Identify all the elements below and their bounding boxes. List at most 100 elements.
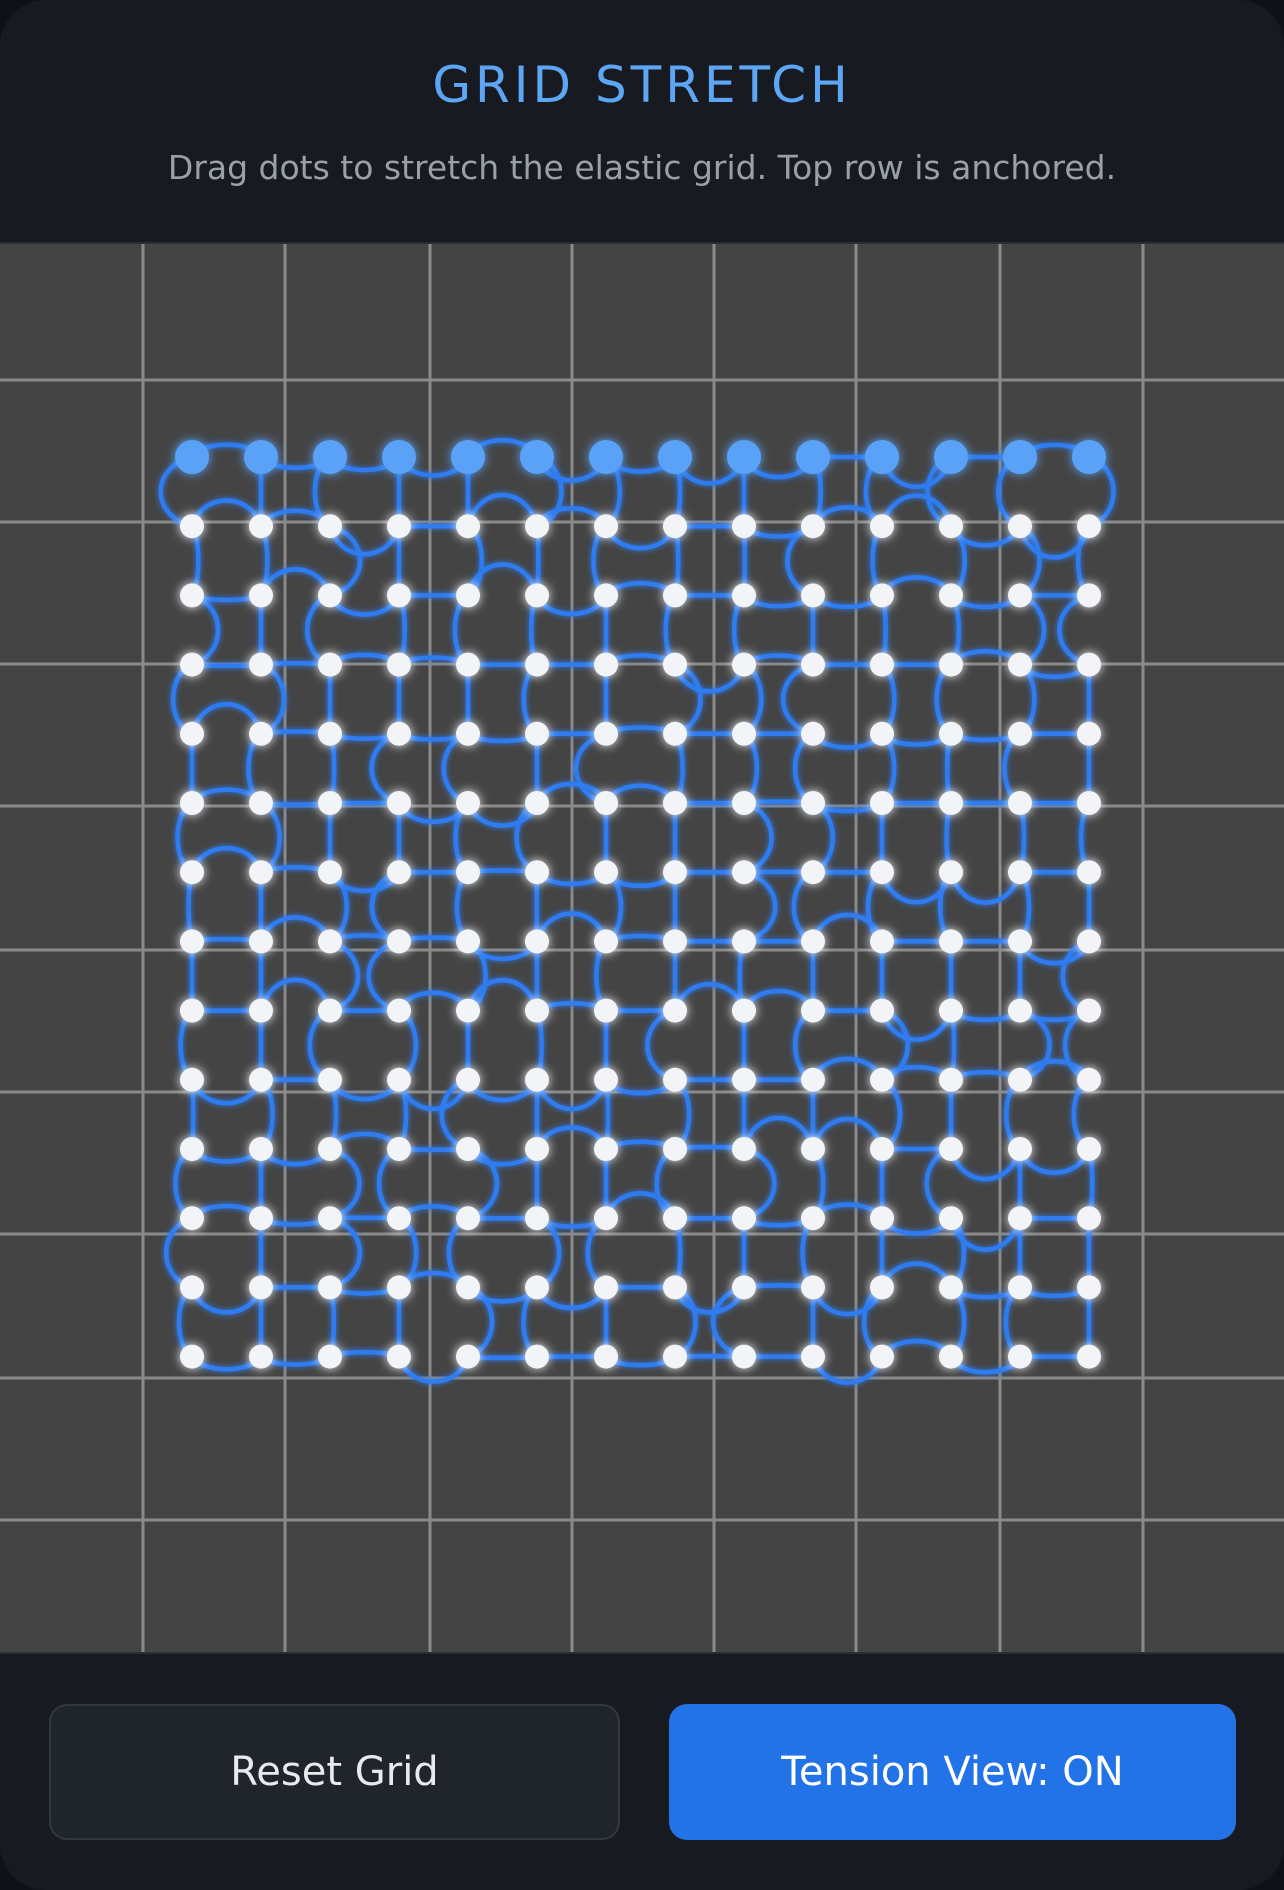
- grid-dot-10-2[interactable]: [318, 1137, 342, 1161]
- grid-dot-11-4[interactable]: [456, 1206, 480, 1231]
- grid-dot-12-3[interactable]: [387, 1275, 411, 1300]
- grid-dot-2-8[interactable]: [732, 583, 756, 608]
- grid-dot-5-10[interactable]: [870, 791, 894, 815]
- grid-dot-13-6[interactable]: [594, 1344, 618, 1369]
- grid-dot-11-0[interactable]: [180, 1206, 204, 1231]
- grid-dot-5-5[interactable]: [525, 791, 549, 815]
- grid-dot-10-3[interactable]: [387, 1137, 411, 1161]
- grid-dot-9-5[interactable]: [525, 1067, 549, 1092]
- grid-dot-11-2[interactable]: [318, 1206, 342, 1231]
- grid-dot-4-11[interactable]: [939, 721, 963, 746]
- grid-dot-11-6[interactable]: [594, 1206, 618, 1231]
- grid-dot-9-6[interactable]: [594, 1067, 618, 1092]
- grid-dot-9-11[interactable]: [939, 1067, 963, 1092]
- grid-dot-8-5[interactable]: [525, 998, 549, 1023]
- grid-dot-4-8[interactable]: [732, 721, 756, 746]
- grid-dot-8-7[interactable]: [663, 998, 687, 1023]
- grid-dot-7-0[interactable]: [180, 929, 204, 954]
- grid-dot-4-0[interactable]: [180, 721, 204, 746]
- grid-dot-5-8[interactable]: [732, 791, 756, 815]
- grid-dot-8-12[interactable]: [1008, 998, 1032, 1023]
- grid-dots[interactable]: [175, 440, 1106, 1369]
- grid-dot-4-10[interactable]: [870, 721, 894, 746]
- grid-dot-10-11[interactable]: [939, 1137, 963, 1161]
- grid-dot-13-11[interactable]: [939, 1344, 963, 1369]
- grid-dot-3-4[interactable]: [456, 652, 480, 677]
- grid-dot-10-4[interactable]: [456, 1137, 480, 1161]
- grid-dot-11-7[interactable]: [663, 1206, 687, 1231]
- grid-dot-9-8[interactable]: [732, 1067, 756, 1092]
- grid-dot-13-9[interactable]: [801, 1344, 825, 1369]
- grid-dot-7-3[interactable]: [387, 929, 411, 954]
- grid-dot-12-9[interactable]: [801, 1275, 825, 1300]
- grid-dot-4-13[interactable]: [1077, 721, 1101, 746]
- grid-dot-13-2[interactable]: [318, 1344, 342, 1369]
- grid-dot-2-0[interactable]: [180, 583, 204, 608]
- grid-dot-4-2[interactable]: [318, 721, 342, 746]
- grid-dot-6-7[interactable]: [663, 860, 687, 885]
- grid-dot-4-7[interactable]: [663, 721, 687, 746]
- grid-dot-3-13[interactable]: [1077, 652, 1101, 677]
- grid-dot-5-12[interactable]: [1008, 791, 1032, 815]
- grid-dot-6-6[interactable]: [594, 860, 618, 885]
- grid-dot-6-1[interactable]: [249, 860, 273, 885]
- grid-dot-10-6[interactable]: [594, 1137, 618, 1161]
- grid-dot-5-1[interactable]: [249, 791, 273, 815]
- grid-dot-2-12[interactable]: [1008, 583, 1032, 608]
- grid-dot-4-5[interactable]: [525, 721, 549, 746]
- grid-dot-1-13[interactable]: [1077, 514, 1101, 539]
- grid-dot-2-3[interactable]: [387, 583, 411, 608]
- grid-dot-9-12[interactable]: [1008, 1067, 1032, 1092]
- grid-dot-12-10[interactable]: [870, 1275, 894, 1300]
- grid-dot-5-13[interactable]: [1077, 791, 1101, 815]
- grid-dot-6-0[interactable]: [180, 860, 204, 885]
- grid-dot-11-12[interactable]: [1008, 1206, 1032, 1231]
- grid-dot-3-1[interactable]: [249, 652, 273, 677]
- grid-dot-10-0[interactable]: [180, 1137, 204, 1161]
- grid-dot-1-4[interactable]: [456, 514, 480, 539]
- grid-dot-7-1[interactable]: [249, 929, 273, 954]
- grid-dot-13-13[interactable]: [1077, 1344, 1101, 1369]
- grid-dot-7-5[interactable]: [525, 929, 549, 954]
- grid-dot-9-7[interactable]: [663, 1067, 687, 1092]
- tension-view-toggle[interactable]: Tension View: ON: [669, 1704, 1236, 1840]
- grid-dot-1-2[interactable]: [318, 514, 342, 539]
- grid-dot-4-3[interactable]: [387, 721, 411, 746]
- grid-dot-9-4[interactable]: [456, 1067, 480, 1092]
- grid-dot-10-1[interactable]: [249, 1137, 273, 1161]
- grid-dot-13-3[interactable]: [387, 1344, 411, 1369]
- grid-dot-8-10[interactable]: [870, 998, 894, 1023]
- grid-dot-2-1[interactable]: [249, 583, 273, 608]
- grid-dot-9-9[interactable]: [801, 1067, 825, 1092]
- grid-dot-12-1[interactable]: [249, 1275, 273, 1300]
- grid-dot-2-4[interactable]: [456, 583, 480, 608]
- grid-dot-1-9[interactable]: [801, 514, 825, 539]
- grid-dot-11-11[interactable]: [939, 1206, 963, 1231]
- grid-dot-13-8[interactable]: [732, 1344, 756, 1369]
- grid-dot-3-2[interactable]: [318, 652, 342, 677]
- grid-dot-5-11[interactable]: [939, 791, 963, 815]
- grid-dot-13-4[interactable]: [456, 1344, 480, 1369]
- grid-dot-3-7[interactable]: [663, 652, 687, 677]
- grid-dot-3-12[interactable]: [1008, 652, 1032, 677]
- grid-dot-4-6[interactable]: [594, 721, 618, 746]
- grid-dot-8-4[interactable]: [456, 998, 480, 1023]
- grid-dot-11-10[interactable]: [870, 1206, 894, 1231]
- grid-dot-8-3[interactable]: [387, 998, 411, 1023]
- grid-dot-12-5[interactable]: [525, 1275, 549, 1300]
- grid-dot-3-6[interactable]: [594, 652, 618, 677]
- grid-dot-2-5[interactable]: [525, 583, 549, 608]
- grid-dot-3-8[interactable]: [732, 652, 756, 677]
- grid-dot-7-6[interactable]: [594, 929, 618, 954]
- grid-dot-8-6[interactable]: [594, 998, 618, 1023]
- grid-dot-1-0[interactable]: [180, 514, 204, 539]
- grid-dot-12-8[interactable]: [732, 1275, 756, 1300]
- grid-dot-6-3[interactable]: [387, 860, 411, 885]
- grid-dot-10-13[interactable]: [1077, 1137, 1101, 1161]
- grid-dot-3-3[interactable]: [387, 652, 411, 677]
- grid-dot-13-10[interactable]: [870, 1344, 894, 1369]
- grid-dot-3-10[interactable]: [870, 652, 894, 677]
- grid-dot-2-13[interactable]: [1077, 583, 1101, 608]
- grid-dot-4-4[interactable]: [456, 721, 480, 746]
- grid-dot-6-5[interactable]: [525, 860, 549, 885]
